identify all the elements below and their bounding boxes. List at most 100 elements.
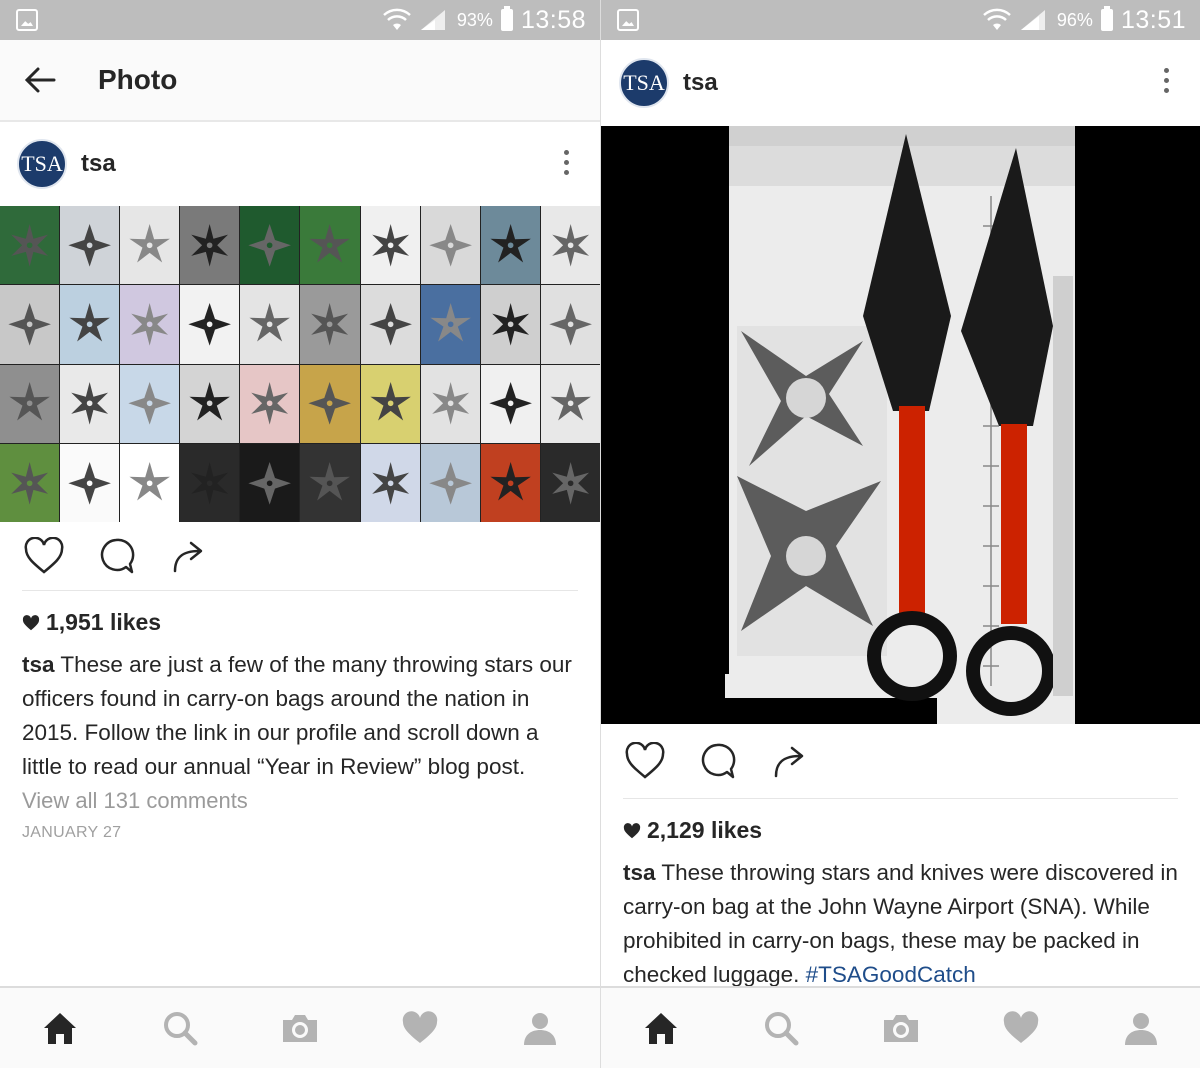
caption: tsa These are just a few of the many thr… (0, 642, 600, 784)
collage-thumbnail (240, 285, 300, 364)
search-icon[interactable] (761, 1008, 801, 1048)
collage-thumbnail (360, 443, 420, 522)
collage-thumbnail (300, 443, 360, 522)
camera-icon[interactable] (280, 1008, 320, 1048)
collage-thumbnail (180, 443, 240, 522)
username[interactable]: tsa (81, 150, 116, 178)
post-header: TSA tsa (601, 40, 1200, 126)
clock: 13:58 (520, 5, 586, 34)
likes-count[interactable]: 1,951 likes (0, 591, 600, 642)
heart-small-icon (22, 614, 40, 630)
throwing-star-icon (191, 223, 229, 267)
profile-icon[interactable] (520, 1008, 560, 1048)
collage-thumbnail (60, 206, 120, 285)
knives-photo (601, 126, 1200, 724)
throwing-star-icon (251, 382, 289, 425)
caption-text: These are just a few of the many throwin… (22, 652, 572, 779)
throwing-star-icon (129, 461, 170, 501)
collage-thumbnail (180, 206, 240, 285)
throwing-star-icon (369, 382, 411, 421)
avatar[interactable]: TSA (619, 58, 669, 108)
throwing-star-icon (131, 303, 169, 346)
collage-thumbnail (180, 285, 240, 364)
comment-icon[interactable] (695, 739, 739, 783)
view-comments-link[interactable]: View all 131 comments (0, 784, 600, 818)
collage-thumbnail (120, 206, 180, 285)
throwing-star-icon (68, 223, 111, 267)
page-title: Photo (98, 64, 178, 95)
collage-thumbnail (60, 364, 120, 443)
signal-icon (1020, 10, 1045, 30)
avatar[interactable]: TSA (17, 139, 67, 189)
likes-count[interactable]: 2,129 likes (601, 799, 1200, 850)
profile-icon[interactable] (1121, 1008, 1161, 1048)
post-image-knives[interactable] (601, 126, 1200, 724)
collage-thumbnail (240, 206, 300, 285)
collage-thumbnail (120, 364, 180, 443)
collage-thumbnail (0, 285, 60, 364)
heart-icon[interactable] (1001, 1008, 1041, 1048)
throwing-star-icon (248, 223, 292, 267)
home-icon[interactable] (40, 1008, 80, 1048)
right-screen: 96% 13:51 TSA tsa 2,129 likes tsa These … (600, 0, 1200, 1068)
like-heart-icon[interactable] (22, 534, 66, 578)
comment-icon[interactable] (94, 534, 138, 578)
clock: 13:51 (1120, 5, 1186, 34)
collage-thumbnail (0, 206, 60, 285)
throwing-star-icon (248, 461, 292, 505)
like-heart-icon[interactable] (623, 739, 667, 783)
throwing-star-icon (308, 382, 352, 425)
collage-thumbnail (420, 206, 480, 285)
bottom-tab-bar (0, 986, 600, 1068)
throwing-star-icon (309, 461, 351, 501)
throwing-star-icon (311, 303, 349, 346)
heart-icon[interactable] (400, 1008, 440, 1048)
home-icon[interactable] (641, 1008, 681, 1048)
more-options-icon[interactable] (1162, 68, 1170, 96)
collage-thumbnail (240, 364, 300, 443)
caption-username[interactable]: tsa (22, 652, 55, 677)
hashtag-link[interactable]: #TSAGoodCatch (806, 962, 976, 987)
caption: tsa These throwing stars and knives were… (601, 850, 1200, 992)
post-image-collage[interactable] (0, 206, 600, 522)
likes-text: 1,951 likes (46, 609, 162, 635)
collage-thumbnail (60, 285, 120, 364)
collage-thumbnail (360, 364, 420, 443)
throwing-star-icon (428, 223, 472, 267)
throwing-star-icon (491, 303, 529, 346)
back-arrow-icon[interactable] (20, 60, 60, 100)
throwing-star-icon (371, 223, 409, 267)
wifi-icon (983, 8, 1011, 30)
collage-thumbnail (540, 206, 600, 285)
collage-thumbnail (540, 364, 600, 443)
throwing-star-icon (489, 382, 532, 425)
post-header: TSA tsa (0, 122, 600, 206)
wifi-icon (383, 8, 411, 30)
collage-thumbnail (0, 364, 60, 443)
throwing-star-icon (551, 461, 589, 505)
caption-username[interactable]: tsa (623, 860, 656, 885)
likes-text: 2,129 likes (647, 817, 763, 843)
camera-icon[interactable] (881, 1008, 921, 1048)
throwing-star-icon (549, 303, 592, 346)
throwing-star-icon (8, 303, 51, 346)
throwing-star-icon (191, 461, 229, 505)
left-screen: 93% 13:58 Photo TSA tsa 1,951 likes tsa (0, 0, 600, 1068)
collage-thumbnail (300, 285, 360, 364)
share-icon[interactable] (767, 739, 811, 783)
collage-thumbnail (480, 364, 540, 443)
collage-thumbnail (540, 443, 600, 522)
share-icon[interactable] (166, 534, 210, 578)
search-icon[interactable] (160, 1008, 200, 1048)
battery-percent: 96% (1056, 9, 1093, 30)
collage-thumbnail (60, 443, 120, 522)
more-options-icon[interactable] (562, 150, 570, 178)
post-date: JANUARY 27 (22, 824, 122, 841)
bottom-tab-bar (601, 986, 1200, 1068)
heart-small-icon (623, 822, 641, 838)
collage-thumbnail (180, 364, 240, 443)
collage-thumbnail (300, 364, 360, 443)
collage-thumbnail (120, 285, 180, 364)
username[interactable]: tsa (683, 69, 718, 97)
collage-thumbnail (360, 285, 420, 364)
